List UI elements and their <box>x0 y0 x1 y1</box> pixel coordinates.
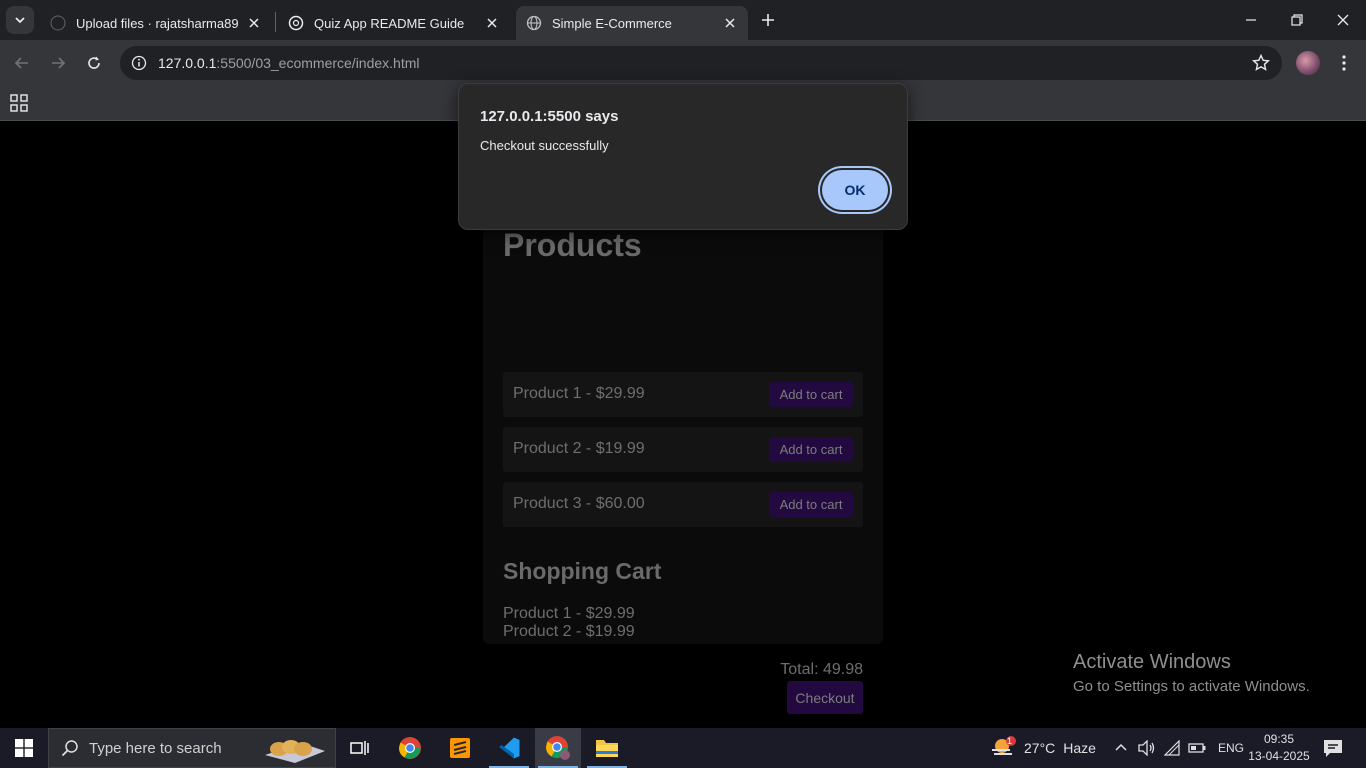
address-url: 127.0.0.1:5500/03_ecommerce/index.html <box>158 55 420 71</box>
taskbar-file-explorer[interactable] <box>584 728 630 768</box>
new-tab-button[interactable] <box>756 8 780 32</box>
vscode-icon <box>499 737 520 759</box>
minimize-button[interactable] <box>1228 0 1274 40</box>
openai-icon <box>288 15 304 31</box>
alert-title: 127.0.0.1:5500 says <box>480 108 619 125</box>
reload-button[interactable] <box>79 48 109 78</box>
product-row: Product 2 - $19.99 Add to cart <box>503 427 863 472</box>
browser-tab-strip: Upload files · rajatsharma890/E Quiz App… <box>0 0 1366 40</box>
profile-avatar[interactable] <box>1296 51 1320 75</box>
speaker-icon[interactable] <box>1138 740 1156 756</box>
add-to-cart-button[interactable]: Add to cart <box>769 382 853 407</box>
add-to-cart-button[interactable]: Add to cart <box>769 437 853 462</box>
chrome-profile-icon <box>546 736 570 760</box>
taskbar-clock[interactable]: 09:35 13-04-2025 <box>1246 731 1312 765</box>
tab-close-icon[interactable] <box>246 15 262 31</box>
system-tray: ENG <box>1114 728 1244 768</box>
alert-ok-button[interactable]: OK <box>822 170 888 210</box>
weather-haze-icon <box>992 736 1016 755</box>
taskbar-search-box[interactable]: Type here to search <box>48 728 336 768</box>
tab-title: Upload files · rajatsharma890/E <box>76 15 238 31</box>
sublime-text-icon <box>450 738 470 758</box>
taskbar-chrome-active[interactable] <box>535 728 581 768</box>
bookmark-star-icon[interactable] <box>1252 54 1270 72</box>
task-view-icon <box>350 741 369 755</box>
clock-date: 13-04-2025 <box>1248 749 1310 763</box>
product-label: Product 2 - $19.99 <box>513 440 645 457</box>
network-icon[interactable] <box>1164 740 1180 756</box>
chevron-up-icon[interactable] <box>1114 741 1128 755</box>
weather-desc: Haze <box>1063 740 1096 756</box>
back-button[interactable] <box>7 48 37 78</box>
weather-badge: 1 <box>1007 736 1013 746</box>
cart-list: Product 1 - $29.99 Product 2 - $19.99 <box>503 605 635 641</box>
watermark-title: Activate Windows <box>1073 651 1231 673</box>
close-window-button[interactable] <box>1320 0 1366 40</box>
url-host: 127.0.0.1 <box>158 55 217 71</box>
product-label: Product 3 - $60.00 <box>513 495 645 512</box>
task-view-button[interactable] <box>337 728 383 768</box>
weather-temp: 27°C <box>1024 740 1056 756</box>
arrow-left-icon <box>14 57 28 69</box>
restore-button[interactable] <box>1274 0 1320 40</box>
alert-message: Checkout successfully <box>480 138 609 153</box>
start-button[interactable] <box>0 728 48 768</box>
cart-item: Product 1 - $29.99 <box>503 605 635 622</box>
tab-title: Simple E-Commerce <box>552 15 672 31</box>
taskbar-sublime-text[interactable] <box>437 728 483 768</box>
taskbar-vscode[interactable] <box>486 728 532 768</box>
add-to-cart-button[interactable]: Add to cart <box>769 492 853 517</box>
notification-icon[interactable] <box>1322 737 1344 759</box>
alert-dialog: 127.0.0.1:5500 says Checkout successfull… <box>458 83 908 230</box>
search-highlight-bread-icon <box>265 740 325 763</box>
tab-search-button[interactable] <box>6 6 34 34</box>
shop-card: Products Product 1 - $29.99 Add to cart … <box>483 211 883 714</box>
search-icon <box>61 740 78 757</box>
url-path: :5500/03_ecommerce/index.html <box>216 55 420 71</box>
tab-separator <box>275 12 276 32</box>
site-info-icon[interactable] <box>122 46 156 80</box>
browser-menu-button[interactable] <box>1334 50 1354 76</box>
search-placeholder: Type here to search <box>89 739 222 757</box>
close-icon <box>1337 14 1349 26</box>
language-indicator[interactable]: ENG <box>1218 741 1244 755</box>
checkout-button[interactable]: Checkout <box>787 681 863 714</box>
tab-simple-ecommerce[interactable]: Simple E-Commerce <box>516 6 748 40</box>
address-bar[interactable]: 127.0.0.1:5500/03_ecommerce/index.html <box>120 46 1282 80</box>
minimize-icon <box>1246 19 1256 21</box>
weather-widget[interactable]: 1 27°C Haze <box>990 728 1096 768</box>
restore-icon <box>1291 14 1303 26</box>
tab-close-icon[interactable] <box>722 15 738 31</box>
tab-close-icon[interactable] <box>484 15 500 31</box>
cart-item: Product 2 - $19.99 <box>503 623 635 640</box>
tab-quiz-app[interactable]: Quiz App README Guide <box>278 6 510 40</box>
tab-title: Quiz App README Guide <box>314 15 465 31</box>
cart-heading: Shopping Cart <box>503 558 662 584</box>
windows-logo-icon <box>15 739 33 757</box>
cart-total: Total: 49.98 <box>780 661 863 678</box>
reload-icon <box>88 56 100 69</box>
taskbar-chrome[interactable] <box>387 728 433 768</box>
arrow-right-icon <box>52 57 66 69</box>
tab-upload-files[interactable]: Upload files · rajatsharma890/E <box>40 6 272 40</box>
apps-grid-icon[interactable] <box>10 94 28 112</box>
chrome-icon <box>399 737 421 759</box>
clock-time: 09:35 <box>1263 732 1295 746</box>
github-icon <box>50 15 66 31</box>
product-label: Product 1 - $29.99 <box>513 385 645 402</box>
forward-button[interactable] <box>43 48 73 78</box>
products-heading: Products <box>503 227 642 263</box>
watermark-subtitle: Go to Settings to activate Windows. <box>1073 678 1310 695</box>
globe-icon <box>526 15 542 31</box>
more-vert-icon <box>1342 55 1346 71</box>
product-row: Product 3 - $60.00 Add to cart <box>503 482 863 527</box>
product-row: Product 1 - $29.99 Add to cart <box>503 372 863 417</box>
plus-icon <box>762 14 774 26</box>
windows-taskbar: Type here to search 1 27°C Haze ENG 09:3… <box>0 728 1366 768</box>
battery-icon[interactable] <box>1188 742 1206 754</box>
chevron-down-icon <box>15 17 25 24</box>
browser-toolbar: 127.0.0.1:5500/03_ecommerce/index.html <box>0 40 1366 86</box>
activate-windows-watermark: Activate Windows Go to Settings to activ… <box>1073 651 1310 695</box>
folder-icon <box>596 740 618 757</box>
